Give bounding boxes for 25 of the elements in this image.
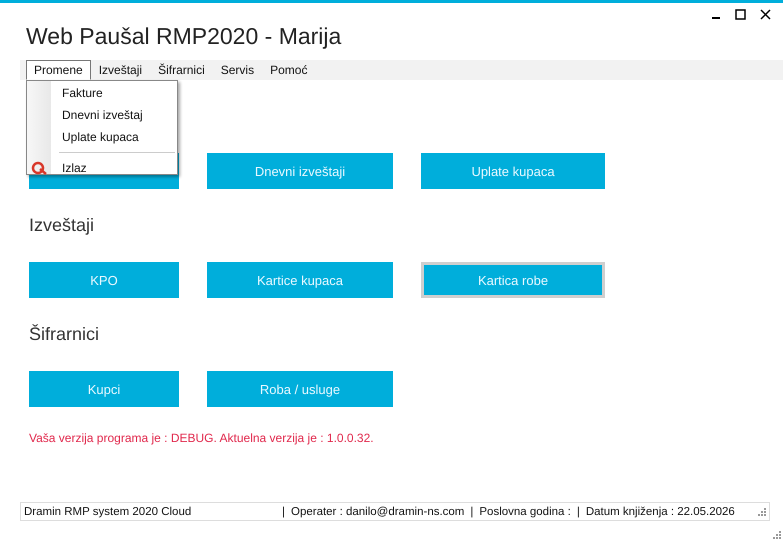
- section-heading: Šifrarnici: [29, 324, 100, 345]
- resize-grip-icon: [757, 506, 767, 516]
- resize-grip-icon[interactable]: [772, 530, 782, 540]
- close-icon[interactable]: [760, 9, 771, 20]
- menu-item[interactable]: Šifrarnici: [150, 60, 213, 80]
- maximize-icon[interactable]: [735, 9, 746, 20]
- menu-item[interactable]: Promene: [26, 60, 91, 80]
- exit-icon: [31, 161, 47, 175]
- menu-item[interactable]: Izveštaji: [90, 60, 150, 80]
- window-title: Web Paušal RMP2020 - Marija: [26, 22, 342, 50]
- status-text: Datum knjiženja : 22.05.2026: [586, 506, 735, 518]
- dropdown-item[interactable]: Dnevni izveštaj: [62, 108, 143, 122]
- status-separator: |: [282, 506, 285, 518]
- status-separator: |: [470, 506, 474, 518]
- status-text: Operater : danilo@dramin-ns.com: [291, 506, 464, 518]
- version-notice: Vaša verzija programa je : DEBUG. Aktuelna verzija je : 1.0.0.32.: [29, 431, 375, 445]
- dropdown-item[interactable]: Fakture: [62, 86, 103, 100]
- dropdown-item[interactable]: Izlaz: [62, 161, 87, 175]
- menu-item[interactable]: Pomoć: [262, 60, 316, 80]
- status-text: Poslovna godina :: [479, 506, 571, 518]
- menu-item[interactable]: Servis: [212, 60, 262, 80]
- status-separator: |: [576, 506, 580, 518]
- dropdown-item[interactable]: Uplate kupaca: [62, 130, 139, 144]
- status-text: Dramin RMP system 2020 Cloud: [24, 506, 192, 518]
- section-heading: Izveštaji: [29, 215, 94, 236]
